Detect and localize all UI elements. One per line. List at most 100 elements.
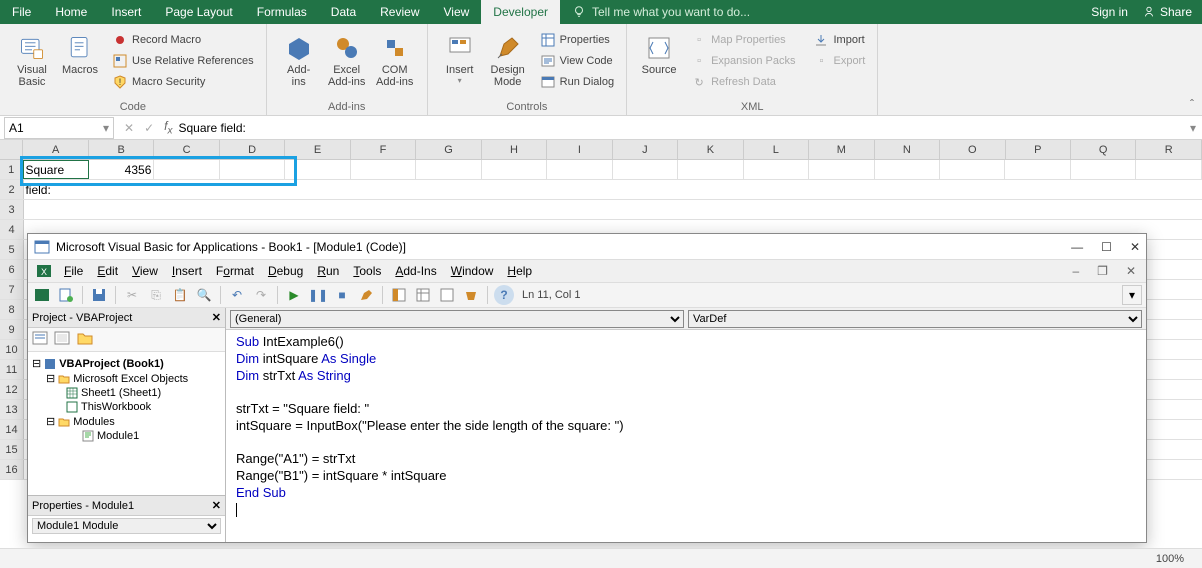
sign-in[interactable]: Sign in: [1091, 5, 1128, 19]
cell-a1[interactable]: Square field:: [23, 160, 88, 179]
mdi-restore-icon[interactable]: ❐: [1091, 264, 1114, 278]
object-browser-icon[interactable]: [437, 285, 457, 305]
cell[interactable]: [547, 160, 612, 179]
cell[interactable]: [613, 160, 678, 179]
cell[interactable]: [875, 160, 940, 179]
row-header[interactable]: 7: [0, 280, 24, 299]
col-header[interactable]: N: [875, 140, 940, 159]
row-header[interactable]: 16: [0, 460, 24, 479]
row-header[interactable]: 2: [0, 180, 24, 199]
menu-file[interactable]: File: [58, 264, 89, 278]
row-header[interactable]: 12: [0, 380, 24, 399]
row-header[interactable]: 6: [0, 260, 24, 279]
tree-root[interactable]: ⊟ VBAProject (Book1): [32, 356, 221, 371]
col-header[interactable]: O: [940, 140, 1005, 159]
cell[interactable]: [351, 160, 416, 179]
toolbar-overflow-icon[interactable]: ▾: [1122, 285, 1142, 305]
tab-view[interactable]: View: [432, 0, 482, 24]
cell[interactable]: [1136, 160, 1201, 179]
minimize-icon[interactable]: —: [1071, 240, 1083, 254]
view-object-tb-icon[interactable]: [54, 330, 72, 349]
cell[interactable]: [220, 160, 285, 179]
cell-b1[interactable]: 4356: [89, 160, 154, 179]
tab-page-layout[interactable]: Page Layout: [153, 0, 244, 24]
row-header[interactable]: 11: [0, 360, 24, 379]
tab-insert[interactable]: Insert: [99, 0, 153, 24]
vbe-titlebar[interactable]: Microsoft Visual Basic for Applications …: [28, 234, 1146, 260]
reset-icon[interactable]: ■: [332, 285, 352, 305]
toolbox-icon[interactable]: [461, 285, 481, 305]
properties-object-select[interactable]: Module1 Module: [32, 518, 221, 534]
col-header[interactable]: A: [23, 140, 88, 159]
row-header[interactable]: 9: [0, 320, 24, 339]
tree-objects-folder[interactable]: ⊟ Microsoft Excel Objects: [32, 371, 221, 386]
zoom-level[interactable]: 100%: [1156, 553, 1184, 565]
run-icon[interactable]: ▶: [284, 285, 304, 305]
col-header[interactable]: Q: [1071, 140, 1136, 159]
undo-icon[interactable]: ↶: [227, 285, 247, 305]
cell[interactable]: [809, 160, 874, 179]
code-editor[interactable]: Sub IntExample6() Dim intSquare As Singl…: [226, 330, 1146, 542]
insert-control-button[interactable]: Insert▾: [436, 28, 484, 85]
fx-icon[interactable]: fx: [164, 119, 172, 136]
formula-input[interactable]: [178, 121, 1184, 135]
col-header[interactable]: D: [220, 140, 285, 159]
excel-icon[interactable]: X: [36, 263, 52, 279]
row-header[interactable]: 4: [0, 220, 24, 239]
tab-data[interactable]: Data: [319, 0, 368, 24]
tree-thisworkbook[interactable]: ThisWorkbook: [32, 400, 221, 414]
row-header[interactable]: 8: [0, 300, 24, 319]
addins-button[interactable]: Add- ins: [275, 28, 323, 88]
col-header[interactable]: H: [482, 140, 547, 159]
relative-references-button[interactable]: Use Relative References: [108, 51, 258, 71]
project-explorer-icon[interactable]: [389, 285, 409, 305]
break-icon[interactable]: ❚❚: [308, 285, 328, 305]
code-procedure-select[interactable]: VarDef: [688, 310, 1142, 328]
col-header[interactable]: F: [351, 140, 416, 159]
help-icon[interactable]: ?: [494, 285, 514, 305]
cell[interactable]: [744, 160, 809, 179]
project-close-icon[interactable]: ✕: [212, 311, 221, 324]
row-header[interactable]: 3: [0, 200, 24, 219]
cell[interactable]: [285, 160, 350, 179]
col-header[interactable]: R: [1136, 140, 1201, 159]
project-tree[interactable]: ⊟ VBAProject (Book1) ⊟ Microsoft Excel O…: [28, 352, 225, 496]
row-header[interactable]: 1: [0, 160, 23, 179]
menu-window[interactable]: Window: [445, 264, 500, 278]
share-button[interactable]: Share: [1142, 5, 1192, 19]
design-mode-button[interactable]: Design Mode: [484, 28, 532, 88]
tab-developer[interactable]: Developer: [481, 0, 560, 24]
select-all-corner[interactable]: [0, 140, 23, 159]
menu-help[interactable]: Help: [501, 264, 538, 278]
code-object-select[interactable]: (General): [230, 310, 684, 328]
menu-view[interactable]: View: [126, 264, 164, 278]
view-excel-icon[interactable]: [32, 285, 52, 305]
col-header[interactable]: C: [154, 140, 219, 159]
col-header[interactable]: I: [547, 140, 612, 159]
col-header[interactable]: J: [613, 140, 678, 159]
col-header[interactable]: B: [89, 140, 154, 159]
col-header[interactable]: M: [809, 140, 874, 159]
xml-import-button[interactable]: Import: [809, 30, 869, 50]
chevron-down-icon[interactable]: ▾: [103, 121, 109, 135]
view-code-tb-icon[interactable]: [32, 330, 50, 349]
maximize-icon[interactable]: ☐: [1101, 240, 1112, 254]
menu-tools[interactable]: Tools: [347, 264, 387, 278]
menu-run[interactable]: Run: [311, 264, 345, 278]
cell[interactable]: [678, 160, 743, 179]
menu-format[interactable]: Format: [210, 264, 260, 278]
tree-modules-folder[interactable]: ⊟ Modules: [32, 414, 221, 429]
row-header[interactable]: 14: [0, 420, 24, 439]
cell[interactable]: [416, 160, 481, 179]
menu-edit[interactable]: Edit: [91, 264, 124, 278]
close-icon[interactable]: ✕: [1130, 240, 1140, 254]
tree-module1[interactable]: Module1: [32, 429, 221, 443]
tab-review[interactable]: Review: [368, 0, 431, 24]
row-header[interactable]: 15: [0, 440, 24, 459]
run-dialog-button[interactable]: Run Dialog: [536, 72, 618, 92]
tab-formulas[interactable]: Formulas: [245, 0, 319, 24]
cell[interactable]: [154, 160, 219, 179]
xml-source-button[interactable]: Source: [635, 28, 683, 76]
save-icon[interactable]: [89, 285, 109, 305]
mdi-minimize-icon[interactable]: –: [1066, 264, 1085, 278]
